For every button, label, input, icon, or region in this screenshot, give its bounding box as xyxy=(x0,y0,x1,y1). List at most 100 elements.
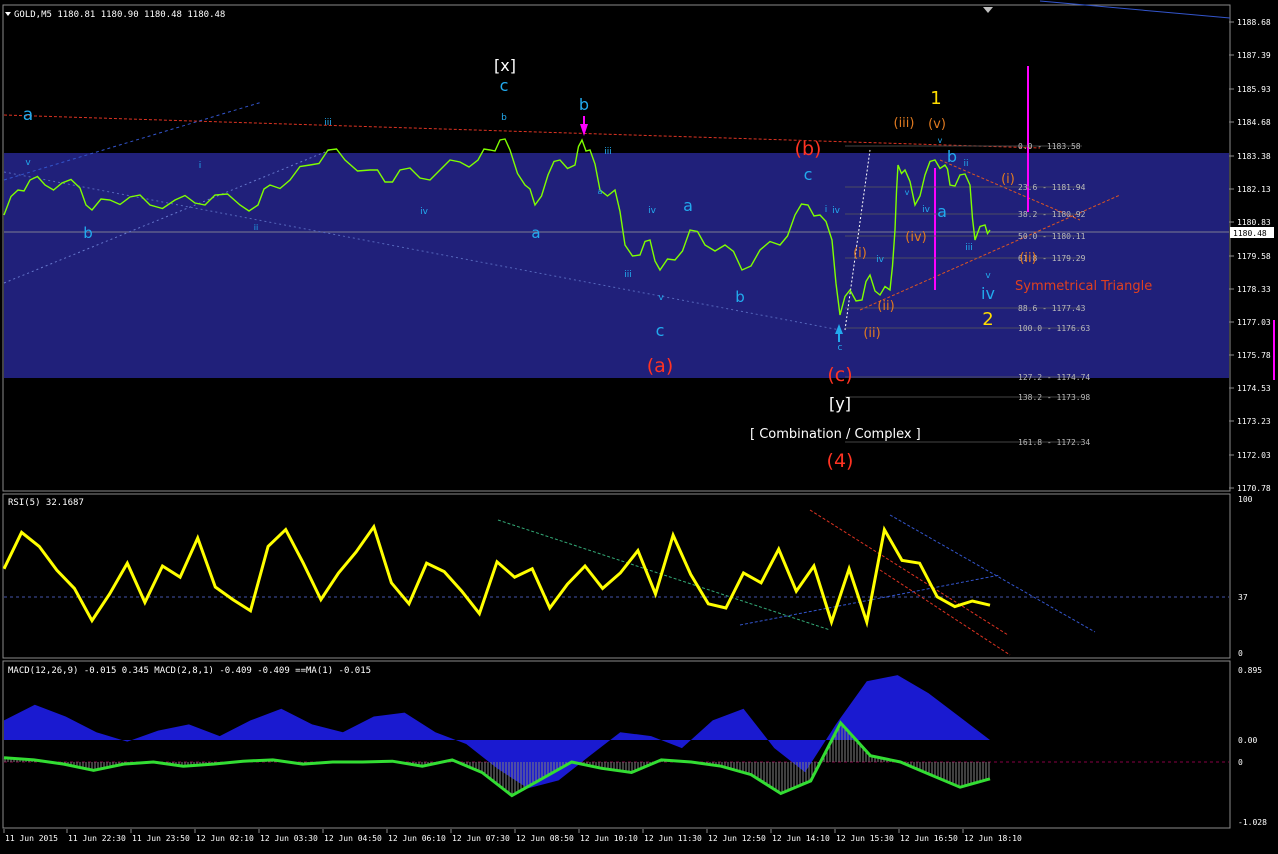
time-axis-label: 11 Jun 2015 xyxy=(5,834,58,843)
wave-label-cyan: b xyxy=(947,147,957,166)
wave-label-red: (4) xyxy=(827,450,854,472)
fib-level-label: 23.6 - 1181.94 xyxy=(1018,183,1086,192)
time-axis-label: 12 Jun 02:10 xyxy=(196,834,254,843)
chart-window: 0.0 - 1183.58 23.6 - 1181.94 38.2 - 1180.9… xyxy=(0,0,1278,850)
wave-label-cyan: c xyxy=(500,76,509,95)
rsi-axis-label: 0 xyxy=(1238,649,1243,658)
price-axis-label: 1179.58 xyxy=(1237,252,1271,261)
wave-label-cyan: c xyxy=(838,343,843,353)
price-axis-label: 1188.68 xyxy=(1237,18,1271,27)
time-axis-label: 12 Jun 10:10 xyxy=(580,834,638,843)
wave-label-cyan: b xyxy=(83,224,93,242)
price-axis-label: 1178.33 xyxy=(1237,285,1271,294)
wave-label-cyan: a xyxy=(683,196,693,215)
price-axis-label: 1180.83 xyxy=(1237,218,1271,227)
time-axis-label: 12 Jun 11:30 xyxy=(644,834,702,843)
price-axis-label: 1185.93 xyxy=(1237,85,1271,94)
macd-axis-label: 0 xyxy=(1238,758,1243,767)
price-axis-label: 1184.68 xyxy=(1237,118,1271,127)
macd-header: MACD(12,26,9) -0.015 0.345 MACD(2,8,1) -… xyxy=(8,666,371,676)
wave-label-cyan: ii xyxy=(254,223,258,232)
fib-level-label: 161.8 - 1172.34 xyxy=(1018,438,1090,447)
wave-label-orange: (i) xyxy=(1001,172,1015,187)
price-axis-label: 1183.38 xyxy=(1237,152,1271,161)
rsi-axis-label: 100 xyxy=(1238,495,1253,504)
price-axis-label: 1177.03 xyxy=(1237,318,1271,327)
time-axis-label: 12 Jun 06:10 xyxy=(388,834,446,843)
wave-label-cyan: iv xyxy=(420,207,429,217)
time-axis-label: 12 Jun 08:50 xyxy=(516,834,574,843)
wave-label-orange: (v) xyxy=(928,117,946,132)
price-axis-label: 1174.53 xyxy=(1237,384,1271,393)
wave-label-cyan: v xyxy=(905,188,910,197)
wave-label-cyan: v xyxy=(985,271,991,281)
wave-label-cyan: v xyxy=(938,136,943,145)
wave-label-cyan: iii xyxy=(604,147,612,157)
time-axis-label: 11 Jun 23:50 xyxy=(132,834,190,843)
wave-label-cyan: iv xyxy=(922,205,931,215)
price-axis-label: 1173.23 xyxy=(1237,417,1271,426)
wave-label-cyan: v xyxy=(658,293,664,303)
fib-level-label: 38.2 - 1180.92 xyxy=(1018,210,1086,219)
price-axis-label: 1187.39 xyxy=(1237,51,1271,60)
wave-label-cyan: iii xyxy=(324,118,332,128)
rsi-header: RSI(5) 32.1687 xyxy=(8,498,84,508)
chart-header: GOLD,M5 1180.81 1180.90 1180.48 1180.48 xyxy=(14,10,225,20)
wave-label-cyan: i xyxy=(199,161,202,171)
wave-label-red: (c) xyxy=(827,364,852,386)
fib-level-label: 0.0 - 1183.58 xyxy=(1018,142,1081,151)
time-axis-label: 12 Jun 07:30 xyxy=(452,834,510,843)
time-axis-label: 12 Jun 16:50 xyxy=(900,834,958,843)
wave-label-cyan: a xyxy=(531,224,540,242)
wave-label-cyan: iii xyxy=(965,243,973,253)
wave-label-cyan: i xyxy=(825,205,828,215)
time-axis-label: 12 Jun 14:10 xyxy=(772,834,830,843)
wave-label-cyan: iii xyxy=(624,270,632,280)
wave-label-orange: (ii) xyxy=(877,299,894,314)
wave-label-white: [x] xyxy=(494,56,516,75)
wave-label-yellow: 2 xyxy=(982,309,993,330)
price-axis-label: 1172.03 xyxy=(1237,451,1271,460)
price-axis-label: 1170.78 xyxy=(1237,484,1271,493)
current-price-label: 1180.48 xyxy=(1233,229,1267,238)
time-axis-label: 12 Jun 18:10 xyxy=(964,834,1022,843)
time-axis-label: 12 Jun 15:30 xyxy=(836,834,894,843)
wave-label-red: (a) xyxy=(647,355,673,377)
wave-label-cyan: iv xyxy=(981,284,995,303)
rsi-axis-label: 37 xyxy=(1238,593,1248,602)
wave-label-orange: (ii) xyxy=(1019,251,1036,266)
wave-label-yellow: 1 xyxy=(930,88,941,109)
time-axis-label: 12 Jun 12:50 xyxy=(708,834,766,843)
wave-label-orange: (iv) xyxy=(905,230,926,245)
macd-axis-label: 0.895 xyxy=(1238,666,1262,675)
wave-label-cyan: b xyxy=(735,288,745,306)
macd-axis-label: -1.028 xyxy=(1238,818,1267,827)
symmetrical-triangle-label: Symmetrical Triangle xyxy=(1015,279,1152,294)
time-axis-label: 11 Jun 22:30 xyxy=(68,834,126,843)
wave-label-cyan: a xyxy=(23,105,33,125)
wave-label-cyan: iv xyxy=(876,255,885,265)
price-axis-label: 1182.13 xyxy=(1237,185,1271,194)
wave-label-cyan: v xyxy=(25,158,31,168)
fib-level-label: 127.2 - 1174.74 xyxy=(1018,373,1090,382)
macd-axis-label: 0.00 xyxy=(1238,736,1257,745)
wave-label-cyan: c xyxy=(656,321,665,340)
wave-label-orange: (iii) xyxy=(894,116,915,131)
wave-label-cyan: iv xyxy=(648,206,657,216)
time-axis-label: 12 Jun 04:50 xyxy=(324,834,382,843)
price-axis-label: 1175.78 xyxy=(1237,351,1271,360)
wave-label-cyan: a xyxy=(937,202,947,221)
fib-level-label: 138.2 - 1173.98 xyxy=(1018,393,1090,402)
wave-label-cyan: b xyxy=(501,113,507,123)
time-axis-label: 12 Jun 03:30 xyxy=(260,834,318,843)
wave-label-cyan: c xyxy=(804,165,813,184)
wave-label-cyan: b xyxy=(579,95,589,114)
wave-label-cyan: ii xyxy=(963,159,968,169)
fib-level-label: 100.0 - 1176.63 xyxy=(1018,324,1090,333)
fib-level-label: 88.6 - 1177.43 xyxy=(1018,304,1086,313)
wave-label-orange: (ii) xyxy=(863,326,880,341)
wave-label-white: [y] xyxy=(829,394,851,413)
fib-level-label: 50.0 - 1180.11 xyxy=(1018,232,1086,241)
wave-label-orange: (i) xyxy=(853,246,867,261)
wave-label-red: (b) xyxy=(795,138,822,160)
